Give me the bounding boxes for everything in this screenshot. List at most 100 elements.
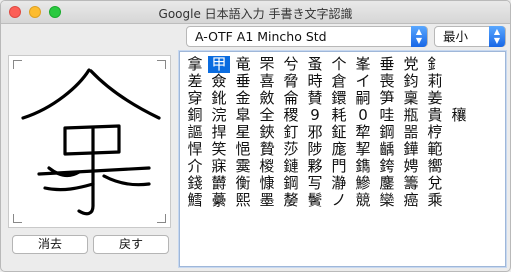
candidate-char[interactable]: 姜 [424,90,446,107]
candidate-char[interactable]: 嚮 [424,158,446,175]
candidate-char[interactable]: 差 [184,73,206,90]
font-select[interactable]: A-OTF A1 Mincho Std ▲ ▼ [186,26,428,47]
candidate-char[interactable]: 垂 [376,56,398,73]
candidate-char[interactable]: 犂 [352,124,374,141]
candidate-char[interactable]: 釘 [280,124,302,141]
candidate-char[interactable]: 皐 [232,107,254,124]
candidate-char[interactable]: 貴 [424,107,446,124]
candidate-char[interactable]: 鏖 [376,175,398,192]
undo-button[interactable]: 戻す [93,235,169,254]
candidate-char[interactable]: 笑 [208,141,230,158]
candidate-char[interactable]: 莉 [424,73,446,90]
candidate-char[interactable]: 鏈 [280,158,302,175]
candidate-char[interactable]: 寐 [208,158,230,175]
candidate-char[interactable]: 噐 [400,124,422,141]
candidate-char[interactable]: 鋼 [280,175,302,192]
candidate-char[interactable]: 鋏 [256,124,278,141]
candidate-char[interactable]: 稟 [400,90,422,107]
candidate-char[interactable]: 鈞 [400,73,422,90]
candidate-char[interactable]: 峯 [352,56,374,73]
candidate-char[interactable]: 鰺 [352,175,374,192]
candidate-char[interactable]: 癌 [400,192,422,209]
candidate-char[interactable]: 挈 [352,141,374,158]
candidate-char[interactable]: 侖 [280,90,302,107]
candidate-char[interactable]: 垂 [232,73,254,90]
candidate-char[interactable]: 斂 [256,90,278,107]
candidate-char[interactable]: イ [352,73,374,90]
candidate-char[interactable]: 衡 [232,175,254,192]
candidate-char[interactable]: 庬 [328,141,350,158]
candidate-char[interactable]: ノ [328,192,350,209]
candidate-char[interactable]: 甲 [208,56,230,73]
size-select[interactable]: 最小 ▲ ▼ [434,26,506,47]
candidate-char[interactable]: 蚤 [304,56,326,73]
candidate-char[interactable]: 党 [400,56,422,73]
candidate-char[interactable]: 梈 [424,124,446,141]
candidate-char[interactable]: 賛 [304,90,326,107]
candidate-char[interactable]: 捍 [208,124,230,141]
candidate-char[interactable]: 慷 [256,175,278,192]
candidate-char[interactable]: 籌 [400,175,422,192]
candidate-char[interactable]: 个 [328,56,350,73]
candidate-char[interactable]: 悒 [232,141,254,158]
candidate-char[interactable]: 稷 [280,107,302,124]
candidate-char[interactable]: 9 [304,107,326,124]
candidate-char[interactable]: 娉 [400,158,422,175]
candidate-char[interactable]: 僉 [208,73,230,90]
candidate-char[interactable]: 脅 [280,73,302,90]
candidate-char[interactable]: 椶 [256,158,278,175]
candidate-char[interactable]: 写 [304,175,326,192]
candidate-char[interactable]: 罘 [256,56,278,73]
candidate-char[interactable]: 拿 [184,56,206,73]
candidate-char[interactable]: 悍 [184,141,206,158]
candidate-char[interactable]: 門 [328,158,350,175]
candidate-char[interactable]: 竜 [232,56,254,73]
candidate-char[interactable]: 笋 [376,90,398,107]
candidate-char[interactable]: 銙 [376,158,398,175]
candidate-char[interactable]: 瓶 [400,107,422,124]
candidate-char[interactable]: 鐶 [328,90,350,107]
candidate-char[interactable]: 穰 [448,107,470,124]
candidate-char[interactable]: 莎 [280,141,302,158]
candidate-char[interactable]: 霙 [232,158,254,175]
candidate-char[interactable]: 兮 [280,56,302,73]
candidate-char[interactable]: 熙 [232,192,254,209]
candidate-char[interactable]: 介 [184,158,206,175]
candidate-char[interactable]: 星 [232,124,254,141]
candidate-char[interactable]: 欒 [376,192,398,209]
candidate-char[interactable]: 喪 [376,73,398,90]
candidate-char[interactable]: 鬢 [304,192,326,209]
candidate-char[interactable]: 鏵 [400,141,422,158]
candidate-char[interactable]: 釒 [424,56,446,73]
candidate-char[interactable]: 陟 [304,141,326,158]
candidate-char[interactable]: 鐫 [352,158,374,175]
candidate-char[interactable]: 0 [352,107,374,124]
candidate-char[interactable]: 鱈 [184,192,206,209]
candidate-char[interactable]: 銅 [184,107,206,124]
candidate-char[interactable]: 嫠 [280,192,302,209]
candidate-char[interactable]: 金 [232,90,254,107]
candidate-char[interactable]: 贄 [256,141,278,158]
candidate-char[interactable]: 乘 [424,192,446,209]
clear-button[interactable]: 消去 [12,235,88,254]
candidate-char[interactable]: 時 [304,73,326,90]
candidate-char[interactable]: 夥 [304,158,326,175]
candidate-char[interactable]: 謳 [184,124,206,141]
handwriting-canvas[interactable] [8,55,171,228]
candidate-char[interactable]: 齲 [376,141,398,158]
candidate-char[interactable]: 兌 [424,175,446,192]
candidate-char[interactable]: 全 [256,107,278,124]
candidate-char[interactable]: 鈋 [208,90,230,107]
candidate-char[interactable]: 墨 [256,192,278,209]
candidate-char[interactable]: 欝 [208,175,230,192]
candidate-char[interactable]: 哇 [376,107,398,124]
candidate-char[interactable]: 鋼 [376,124,398,141]
candidate-char[interactable]: 競 [352,192,374,209]
candidate-char[interactable]: 耗 [328,107,350,124]
candidate-char[interactable]: 鉦 [328,124,350,141]
candidate-char[interactable]: 倉 [328,73,350,90]
candidate-char[interactable]: 範 [424,141,446,158]
candidate-char[interactable]: 錢 [184,175,206,192]
candidate-char[interactable]: 瀞 [328,175,350,192]
candidate-char[interactable]: 浣 [208,107,230,124]
